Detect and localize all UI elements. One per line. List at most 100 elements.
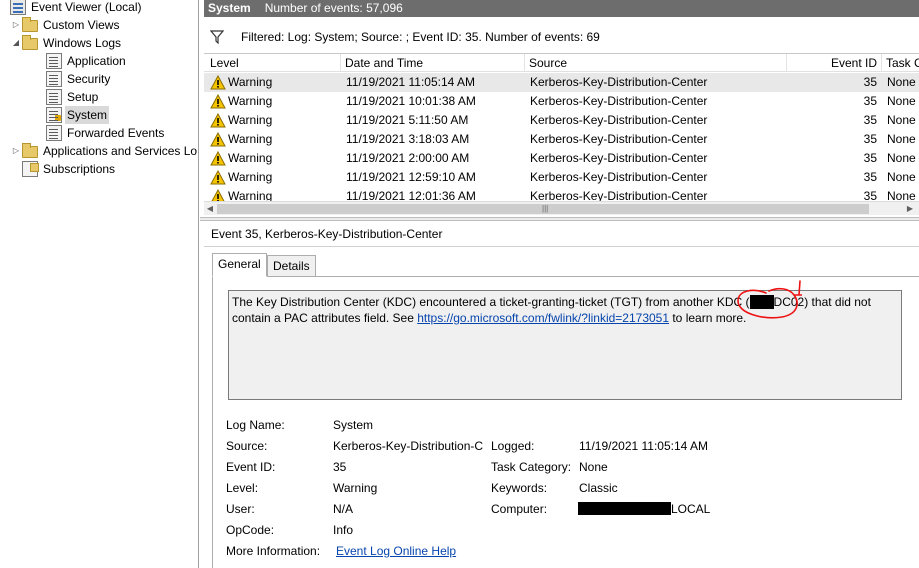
tree-item-forwarded-events[interactable]: Forwarded Events <box>46 124 166 142</box>
cell-source: Kerberos-Key-Distribution-Center <box>530 151 708 165</box>
expand-arrow-icon[interactable]: ▷ <box>10 142 22 160</box>
log-icon <box>46 71 62 87</box>
cell-source: Kerberos-Key-Distribution-Center <box>530 94 708 108</box>
message-text-part: The Key Distribution Center (KDC) encoun… <box>232 295 750 309</box>
label-computer: Computer: <box>491 502 548 516</box>
log-title: System <box>208 1 251 15</box>
red-circle-annotation <box>737 280 802 319</box>
expand-arrow-icon[interactable]: ▷ <box>10 16 22 34</box>
tab-details[interactable]: Details <box>267 255 316 277</box>
tree-item-setup[interactable]: Setup <box>46 88 100 106</box>
value-task-category[interactable]: None <box>579 459 608 475</box>
label-event-id: Event ID: <box>226 460 276 474</box>
cell-date-time: 11/19/2021 10:01:38 AM <box>346 94 476 108</box>
cell-task-category: None <box>887 132 916 146</box>
cell-date-time: 11/19/2021 3:18:03 AM <box>346 132 470 146</box>
value-opcode[interactable]: Info <box>333 522 353 538</box>
cell-event-id: 35 <box>863 132 877 146</box>
tree-item-windows-logs[interactable]: ◢ Windows Logs <box>10 34 123 52</box>
log-icon <box>46 125 62 141</box>
table-row[interactable]: Warning 11/19/2021 3:18:03 AM Kerberos-Key… <box>204 130 919 149</box>
column-header-task-category[interactable]: Task C <box>882 54 919 72</box>
label-level: Level: <box>226 481 259 495</box>
cell-event-id: 35 <box>863 75 877 89</box>
column-header-source[interactable]: Source <box>525 54 787 72</box>
tree-item-system[interactable]: System <box>46 106 110 124</box>
cell-level: Warning <box>228 75 273 89</box>
table-row[interactable]: Warning 11/19/2021 12:01:36 AM Kerberos-Ke… <box>204 187 919 201</box>
table-row[interactable]: Warning 11/19/2021 11:05:14 AM Kerberos-Ke… <box>204 73 919 92</box>
label-user: User: <box>226 502 255 516</box>
column-header-level[interactable]: Level <box>206 54 341 72</box>
value-event-id[interactable]: 35 <box>333 459 346 475</box>
label-task-category: Task Category: <box>491 460 572 474</box>
cell-source: Kerberos-Key-Distribution-Center <box>530 132 708 146</box>
cell-source: Kerberos-Key-Distribution-Center <box>530 75 708 89</box>
table-row[interactable]: Warning 11/19/2021 2:00:00 AM Kerberos-Key… <box>204 149 919 168</box>
scroll-left-arrow-icon[interactable]: ◀ <box>204 202 216 216</box>
tree-item-application[interactable]: Application <box>46 52 128 70</box>
warning-icon <box>210 75 226 90</box>
label-keywords: Keywords: <box>491 481 548 495</box>
label-more-information: More Information: <box>226 544 321 558</box>
label-log-name: Log Name: <box>226 418 285 432</box>
cell-date-time: 11/19/2021 11:05:14 AM <box>346 75 475 89</box>
value-keywords[interactable]: Classic <box>579 480 618 496</box>
kb-link[interactable]: https://go.microsoft.com/fwlink/?linkid=… <box>417 311 669 325</box>
log-icon <box>46 107 62 123</box>
cell-date-time: 11/19/2021 12:59:10 AM <box>346 170 476 184</box>
folder-icon <box>22 17 38 32</box>
cell-date-time: 11/19/2021 5:11:50 AM <box>346 113 469 127</box>
value-log-name[interactable]: System <box>333 417 373 433</box>
pane-splitter[interactable] <box>200 217 919 221</box>
column-header-date-time[interactable]: Date and Time <box>341 54 525 72</box>
table-header-row: Level Date and Time Source Event ID Task… <box>204 54 919 72</box>
cell-level: Warning <box>228 94 273 108</box>
cell-date-time: 11/19/2021 2:00:00 AM <box>346 151 470 165</box>
tab-general[interactable]: General <box>212 253 267 277</box>
event-viewer-icon <box>10 0 26 15</box>
log-icon <box>46 53 62 69</box>
events-table[interactable]: Level Date and Time Source Event ID Task… <box>204 53 919 201</box>
cell-level: Warning <box>228 132 273 146</box>
cell-level: Warning <box>228 151 273 165</box>
tree-item-security[interactable]: Security <box>46 70 112 88</box>
cell-event-id: 35 <box>863 94 877 108</box>
warning-icon <box>210 132 226 147</box>
label-source: Source: <box>226 439 268 453</box>
value-user[interactable]: N/A <box>333 501 353 517</box>
cell-source: Kerberos-Key-Distribution-Center <box>530 170 708 184</box>
horizontal-scrollbar[interactable]: ◀ ||| ▶ <box>204 201 919 215</box>
column-header-event-id[interactable]: Event ID <box>787 54 882 72</box>
tree-item-subscriptions[interactable]: Subscriptions <box>22 160 117 178</box>
scroll-right-arrow-icon[interactable]: ▶ <box>904 202 916 216</box>
log-icon <box>46 89 62 105</box>
event-log-online-help-link[interactable]: Event Log Online Help <box>336 543 456 559</box>
table-row[interactable]: Warning 11/19/2021 12:59:10 AM Kerberos-Ke… <box>204 168 919 187</box>
value-computer-suffix[interactable]: LOCAL <box>671 501 710 517</box>
cell-task-category: None <box>887 151 916 165</box>
folder-icon <box>22 143 38 158</box>
cell-task-category: None <box>887 189 916 201</box>
collapse-arrow-icon[interactable]: ◢ <box>10 34 22 52</box>
value-level[interactable]: Warning <box>333 480 377 496</box>
funnel-icon <box>210 30 224 44</box>
cell-event-id: 35 <box>863 113 877 127</box>
cell-source: Kerberos-Key-Distribution-Center <box>530 113 708 127</box>
event-viewer-window: Event Viewer (Local) ▷ Custom Views ◢ Wi… <box>0 0 919 568</box>
cell-date-time: 11/19/2021 12:01:36 AM <box>346 189 476 201</box>
warning-icon <box>210 151 226 166</box>
table-row[interactable]: Warning 11/19/2021 5:11:50 AM Kerberos-Key… <box>204 111 919 130</box>
cell-level: Warning <box>228 113 273 127</box>
cell-event-id: 35 <box>863 189 877 201</box>
value-logged[interactable]: 11/19/2021 11:05:14 AM <box>579 438 708 454</box>
warning-icon <box>211 189 225 201</box>
value-source[interactable]: Kerberos-Key-Distribution-C <box>333 438 485 454</box>
scrollbar-grip-icon: ||| <box>542 204 549 213</box>
filter-info-bar: Filtered: Log: System; Source: ; Event I… <box>204 26 919 48</box>
tree-item-custom-views[interactable]: ▷ Custom Views <box>10 16 121 34</box>
tree-item-applications-and-services[interactable]: ▷ Applications and Services Lo <box>10 142 198 160</box>
cell-task-category: None <box>887 170 916 184</box>
table-row[interactable]: Warning 11/19/2021 10:01:38 AM Kerberos-Ke… <box>204 92 919 111</box>
tree-item-event-viewer[interactable]: Event Viewer (Local) <box>0 0 144 16</box>
